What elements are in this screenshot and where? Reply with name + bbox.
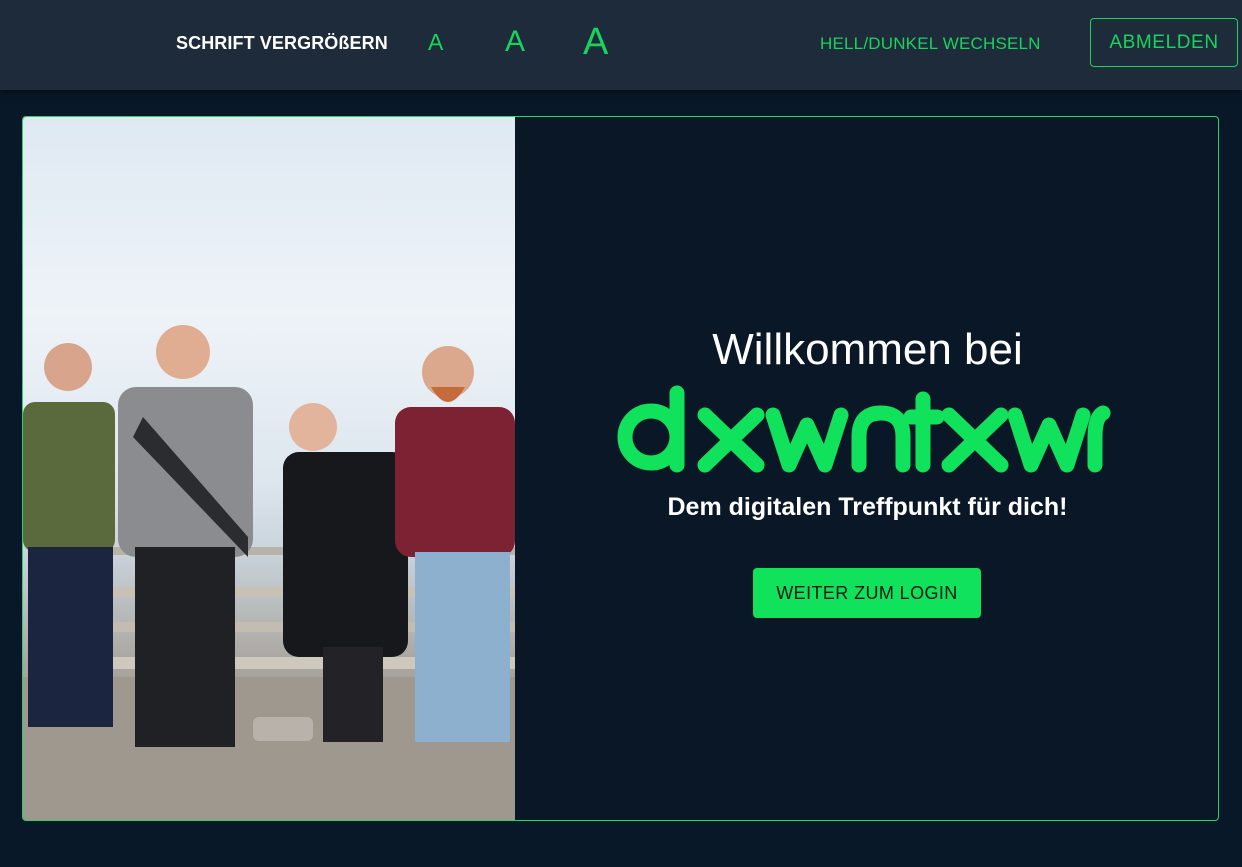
continue-to-login-button[interactable]: WEITER ZUM LOGIN xyxy=(753,568,981,618)
welcome-card: Willkommen bei Dem digitalen Treffpunkt … xyxy=(22,116,1219,821)
hero-photo xyxy=(23,117,515,820)
font-size-small-button[interactable]: A xyxy=(428,31,443,54)
font-size-medium-button[interactable]: A xyxy=(505,27,525,57)
brand-logo xyxy=(617,385,1111,473)
logout-button[interactable]: ABMELDEN xyxy=(1090,18,1238,67)
welcome-heading: Willkommen bei xyxy=(712,325,1023,374)
hero-photo-illustration xyxy=(23,325,515,820)
font-size-large-button[interactable]: A xyxy=(583,23,608,61)
tagline: Dem digitalen Treffpunkt für dich! xyxy=(667,493,1068,521)
font-size-label: SCHRIFT VERGRÖßERN xyxy=(176,33,388,53)
theme-toggle-button[interactable]: HELL/DUNKEL WECHSELN xyxy=(820,34,1041,54)
top-bar: SCHRIFT VERGRÖßERN A A A HELL/DUNKEL WEC… xyxy=(0,0,1242,90)
